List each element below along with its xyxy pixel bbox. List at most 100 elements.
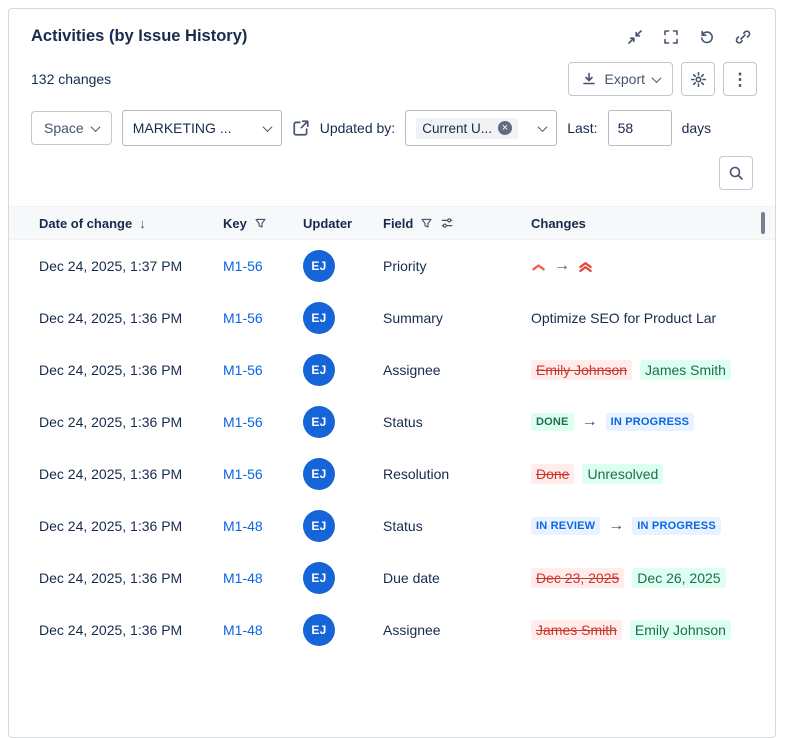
space-dropdown[interactable]: Space	[31, 111, 112, 145]
change-removed: James Smith	[531, 620, 622, 640]
filter-funnel-icon[interactable]	[420, 217, 433, 230]
scrollbar[interactable]	[761, 212, 765, 234]
export-button[interactable]: Export	[568, 62, 673, 96]
field-config-icon[interactable]	[440, 216, 454, 230]
search-button[interactable]	[719, 156, 753, 190]
column-label: Changes	[531, 216, 586, 231]
key-cell: M1-56	[223, 362, 303, 378]
kebab-icon: ⋮	[732, 71, 749, 88]
updater-cell: EJ	[303, 458, 383, 490]
field-cell: Status	[383, 518, 531, 534]
changes-cell: DONE → IN PROGRESS	[531, 413, 775, 431]
changes-cell: Done Unresolved	[531, 464, 775, 484]
avatar[interactable]: EJ	[303, 354, 335, 386]
issue-key-link[interactable]: M1-48	[223, 518, 263, 534]
issue-key-link[interactable]: M1-56	[223, 466, 263, 482]
table-row: Dec 24, 2025, 1:36 PM M1-48 EJ Due date …	[9, 552, 775, 604]
column-updater: Updater	[303, 216, 383, 231]
updater-cell: EJ	[303, 354, 383, 386]
link-icon[interactable]	[735, 29, 751, 45]
last-days-input[interactable]	[608, 110, 672, 146]
sort-desc-icon[interactable]: ↓	[139, 216, 146, 231]
more-button[interactable]: ⋮	[723, 62, 757, 96]
column-date-of-change[interactable]: Date of change ↓	[39, 216, 223, 231]
avatar[interactable]: EJ	[303, 250, 335, 282]
user-chip: Current U... ×	[416, 118, 518, 139]
updated-by-select[interactable]: Current U... ×	[405, 110, 557, 146]
updater-cell: EJ	[303, 250, 383, 282]
updater-cell: EJ	[303, 562, 383, 594]
status-badge: DONE	[531, 413, 574, 431]
issue-key-link[interactable]: M1-56	[223, 310, 263, 326]
status-badge: IN REVIEW	[531, 517, 600, 535]
change-added: James Smith	[640, 360, 731, 380]
table-body: Dec 24, 2025, 1:37 PM M1-56 EJ Priority …	[9, 240, 775, 656]
table-row: Dec 24, 2025, 1:36 PM M1-56 EJ Status DO…	[9, 396, 775, 448]
key-cell: M1-48	[223, 570, 303, 586]
changes-cell: James Smith Emily Johnson	[531, 620, 775, 640]
field-cell: Status	[383, 414, 531, 430]
refresh-icon[interactable]	[699, 29, 715, 45]
change-added: Unresolved	[582, 464, 663, 484]
key-cell: M1-56	[223, 466, 303, 482]
change-removed: Emily Johnson	[531, 360, 632, 380]
clear-icon[interactable]: ×	[498, 121, 512, 135]
changes-cell: IN REVIEW→IN PROGRESS	[531, 517, 775, 535]
chevron-down-icon	[652, 73, 662, 83]
changes-count: 132 changes	[31, 71, 111, 87]
avatar[interactable]: EJ	[303, 510, 335, 542]
field-cell: Resolution	[383, 466, 531, 482]
issue-key-link[interactable]: M1-56	[223, 414, 263, 430]
project-select[interactable]: MARKETING ...	[122, 110, 282, 146]
date-of-change-cell: Dec 24, 2025, 1:36 PM	[39, 414, 223, 430]
status-badge: IN PROGRESS	[606, 413, 695, 431]
issue-key-link[interactable]: M1-56	[223, 258, 263, 274]
space-dropdown-label: Space	[44, 120, 84, 136]
arrow-right-icon: →	[582, 413, 598, 431]
column-key[interactable]: Key	[223, 216, 303, 231]
changes-cell: →	[531, 257, 775, 275]
user-chip-label: Current U...	[422, 121, 492, 136]
priority-highest-icon	[578, 259, 593, 274]
avatar[interactable]: EJ	[303, 614, 335, 646]
field-cell: Assignee	[383, 362, 531, 378]
collapse-icon[interactable]	[627, 29, 643, 45]
search-icon	[728, 165, 744, 181]
issue-key-link[interactable]: M1-48	[223, 570, 263, 586]
changes-cell: Optimize SEO for Product Lar	[531, 310, 775, 326]
updater-cell: EJ	[303, 302, 383, 334]
chevron-down-icon	[90, 122, 100, 132]
avatar[interactable]: EJ	[303, 406, 335, 438]
download-icon	[581, 71, 597, 87]
updater-cell: EJ	[303, 510, 383, 542]
panel-header-actions	[627, 29, 751, 45]
last-label: Last:	[567, 120, 597, 136]
issue-key-link[interactable]: M1-56	[223, 362, 263, 378]
avatar[interactable]: EJ	[303, 458, 335, 490]
filter-funnel-icon[interactable]	[254, 217, 267, 230]
change-text: Optimize SEO for Product Lar	[531, 310, 716, 326]
export-label: Export	[605, 71, 645, 87]
table-row: Dec 24, 2025, 1:36 PM M1-56 EJ Assignee …	[9, 344, 775, 396]
change-added: Emily Johnson	[630, 620, 731, 640]
issue-key-link[interactable]: M1-48	[223, 622, 263, 638]
settings-button[interactable]	[681, 62, 715, 96]
table-row: Dec 24, 2025, 1:36 PM M1-56 EJ Resolutio…	[9, 448, 775, 500]
toolbar-actions: Export ⋮	[568, 62, 757, 96]
activities-panel: Activities (by Issue History) 132 change…	[8, 8, 776, 738]
avatar[interactable]: EJ	[303, 562, 335, 594]
change-removed: Done	[531, 464, 574, 484]
project-select-value: MARKETING ...	[133, 120, 232, 136]
date-of-change-cell: Dec 24, 2025, 1:36 PM	[39, 570, 223, 586]
avatar[interactable]: EJ	[303, 302, 335, 334]
fullscreen-icon[interactable]	[663, 29, 679, 45]
filter-bar: Space MARKETING ... Updated by: Current …	[9, 96, 775, 146]
column-field[interactable]: Field	[383, 216, 531, 231]
toolbar: 132 changes Export ⋮	[9, 46, 775, 96]
table-row: Dec 24, 2025, 1:36 PM M1-56 EJ Summary O…	[9, 292, 775, 344]
key-cell: M1-56	[223, 310, 303, 326]
activities-table: Date of change ↓ Key Updater Field	[9, 206, 775, 656]
open-in-new-icon[interactable]	[292, 119, 310, 137]
date-of-change-cell: Dec 24, 2025, 1:37 PM	[39, 258, 223, 274]
status-badge: IN PROGRESS	[632, 517, 721, 535]
